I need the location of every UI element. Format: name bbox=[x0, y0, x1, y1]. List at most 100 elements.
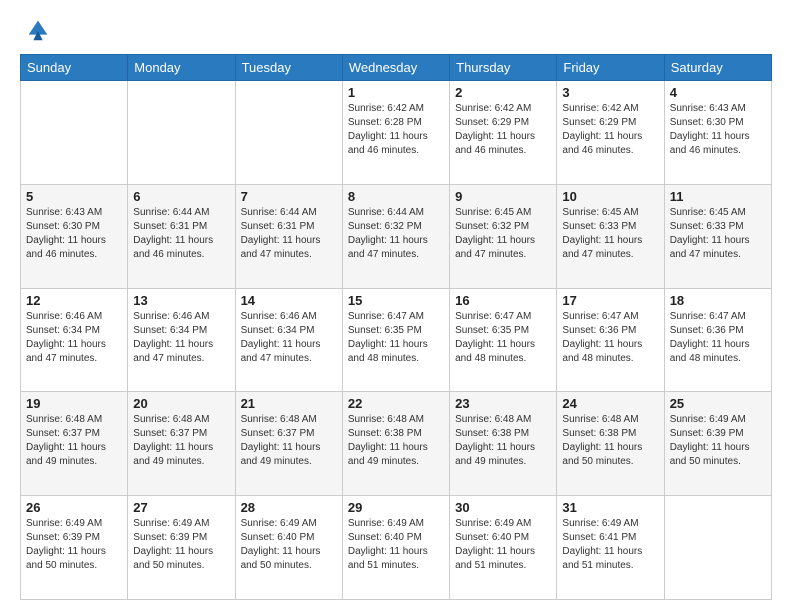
calendar-cell: 24 Sunrise: 6:48 AMSunset: 6:38 PMDayligh… bbox=[557, 392, 664, 496]
calendar-cell: 10Sunrise: 6:45 AMSunset: 6:33 PMDayligh… bbox=[557, 184, 664, 288]
calendar-week-row: 12 Sunrise: 6:46 AMSunset: 6:34 PMDayligh… bbox=[21, 288, 772, 392]
calendar-cell: 25Sunrise: 6:49 AMSunset: 6:39 PMDayligh… bbox=[664, 392, 771, 496]
calendar-cell: 8 Sunrise: 6:44 AMSunset: 6:32 PMDaylight… bbox=[342, 184, 449, 288]
cell-content: Sunrise: 6:45 AMSunset: 6:33 PMDaylight:… bbox=[562, 206, 658, 262]
calendar-cell: 2 Sunrise: 6:42 AMSunset: 6:29 PMDaylight… bbox=[450, 81, 557, 185]
calendar-cell: 27 Sunrise: 6:49 AMSunset: 6:39 PMDayligh… bbox=[128, 496, 235, 600]
day-number: 27 bbox=[133, 500, 229, 515]
day-number: 26 bbox=[26, 500, 122, 515]
cell-content: Sunrise: 6:49 AMSunset: 6:39 PMDaylight:… bbox=[26, 517, 122, 573]
cell-content: Sunrise: 6:47 AMSunset: 6:36 PMDaylight:… bbox=[670, 310, 766, 366]
day-number: 29 bbox=[348, 500, 444, 515]
day-number: 5 bbox=[26, 189, 122, 204]
calendar-cell: 21Sunrise: 6:48 AMSunset: 6:37 PMDayligh… bbox=[235, 392, 342, 496]
day-number: 6 bbox=[133, 189, 229, 204]
calendar-day-header: Sunday bbox=[21, 55, 128, 81]
cell-content: Sunrise: 6:49 AMSunset: 6:39 PMDaylight:… bbox=[133, 517, 229, 573]
calendar-cell: 30 Sunrise: 6:49 AMSunset: 6:40 PMDayligh… bbox=[450, 496, 557, 600]
header bbox=[20, 16, 772, 44]
calendar-day-header: Wednesday bbox=[342, 55, 449, 81]
page: SundayMondayTuesdayWednesdayThursdayFrid… bbox=[0, 0, 792, 612]
day-number: 30 bbox=[455, 500, 551, 515]
calendar-day-header: Friday bbox=[557, 55, 664, 81]
day-number: 3 bbox=[562, 85, 658, 100]
day-number: 24 bbox=[562, 396, 658, 411]
cell-content: Sunrise: 6:48 AMSunset: 6:38 PMDaylight:… bbox=[348, 413, 444, 469]
calendar-day-header: Saturday bbox=[664, 55, 771, 81]
day-number: 9 bbox=[455, 189, 551, 204]
cell-content: Sunrise: 6:48 AMSunset: 6:37 PMDaylight:… bbox=[133, 413, 229, 469]
cell-content: Sunrise: 6:44 AMSunset: 6:32 PMDaylight:… bbox=[348, 206, 444, 262]
day-number: 28 bbox=[241, 500, 337, 515]
day-number: 18 bbox=[670, 293, 766, 308]
cell-content: Sunrise: 6:49 AMSunset: 6:40 PMDaylight:… bbox=[455, 517, 551, 573]
day-number: 31 bbox=[562, 500, 658, 515]
calendar-cell: 11 Sunrise: 6:45 AMSunset: 6:33 PMDayligh… bbox=[664, 184, 771, 288]
cell-content: Sunrise: 6:46 AMSunset: 6:34 PMDaylight:… bbox=[133, 310, 229, 366]
calendar-cell: 17 Sunrise: 6:47 AMSunset: 6:36 PMDayligh… bbox=[557, 288, 664, 392]
calendar-cell bbox=[664, 496, 771, 600]
calendar-cell: 13 Sunrise: 6:46 AMSunset: 6:34 PMDayligh… bbox=[128, 288, 235, 392]
day-number: 17 bbox=[562, 293, 658, 308]
cell-content: Sunrise: 6:45 AMSunset: 6:32 PMDaylight:… bbox=[455, 206, 551, 262]
day-number: 15 bbox=[348, 293, 444, 308]
cell-content: Sunrise: 6:48 AMSunset: 6:37 PMDaylight:… bbox=[26, 413, 122, 469]
day-number: 11 bbox=[670, 189, 766, 204]
day-number: 4 bbox=[670, 85, 766, 100]
calendar-cell: 23Sunrise: 6:48 AMSunset: 6:38 PMDayligh… bbox=[450, 392, 557, 496]
calendar-cell: 7 Sunrise: 6:44 AMSunset: 6:31 PMDaylight… bbox=[235, 184, 342, 288]
logo-icon bbox=[24, 16, 52, 44]
calendar-cell bbox=[128, 81, 235, 185]
day-number: 19 bbox=[26, 396, 122, 411]
calendar-cell: 3 Sunrise: 6:42 AMSunset: 6:29 PMDaylight… bbox=[557, 81, 664, 185]
calendar-cell: 22Sunrise: 6:48 AMSunset: 6:38 PMDayligh… bbox=[342, 392, 449, 496]
cell-content: Sunrise: 6:49 AMSunset: 6:40 PMDaylight:… bbox=[348, 517, 444, 573]
cell-content: Sunrise: 6:48 AMSunset: 6:38 PMDaylight:… bbox=[562, 413, 658, 469]
cell-content: Sunrise: 6:44 AMSunset: 6:31 PMDaylight:… bbox=[133, 206, 229, 262]
cell-content: Sunrise: 6:47 AMSunset: 6:36 PMDaylight:… bbox=[562, 310, 658, 366]
calendar-cell: 1 Sunrise: 6:42 AMSunset: 6:28 PMDaylight… bbox=[342, 81, 449, 185]
day-number: 2 bbox=[455, 85, 551, 100]
cell-content: Sunrise: 6:47 AMSunset: 6:35 PMDaylight:… bbox=[455, 310, 551, 366]
day-number: 8 bbox=[348, 189, 444, 204]
cell-content: Sunrise: 6:43 AMSunset: 6:30 PMDaylight:… bbox=[26, 206, 122, 262]
cell-content: Sunrise: 6:42 AMSunset: 6:29 PMDaylight:… bbox=[455, 102, 551, 158]
calendar-week-row: 5 Sunrise: 6:43 AMSunset: 6:30 PMDaylight… bbox=[21, 184, 772, 288]
cell-content: Sunrise: 6:47 AMSunset: 6:35 PMDaylight:… bbox=[348, 310, 444, 366]
calendar-cell: 14Sunrise: 6:46 AMSunset: 6:34 PMDayligh… bbox=[235, 288, 342, 392]
cell-content: Sunrise: 6:49 AMSunset: 6:40 PMDaylight:… bbox=[241, 517, 337, 573]
calendar-cell bbox=[21, 81, 128, 185]
calendar-week-row: 26 Sunrise: 6:49 AMSunset: 6:39 PMDayligh… bbox=[21, 496, 772, 600]
calendar-day-header: Monday bbox=[128, 55, 235, 81]
calendar-day-header: Tuesday bbox=[235, 55, 342, 81]
cell-content: Sunrise: 6:46 AMSunset: 6:34 PMDaylight:… bbox=[241, 310, 337, 366]
calendar-day-header: Thursday bbox=[450, 55, 557, 81]
day-number: 1 bbox=[348, 85, 444, 100]
calendar-cell: 31Sunrise: 6:49 AMSunset: 6:41 PMDayligh… bbox=[557, 496, 664, 600]
cell-content: Sunrise: 6:45 AMSunset: 6:33 PMDaylight:… bbox=[670, 206, 766, 262]
calendar-week-row: 19 Sunrise: 6:48 AMSunset: 6:37 PMDayligh… bbox=[21, 392, 772, 496]
calendar-cell: 19 Sunrise: 6:48 AMSunset: 6:37 PMDayligh… bbox=[21, 392, 128, 496]
calendar-cell: 4 Sunrise: 6:43 AMSunset: 6:30 PMDaylight… bbox=[664, 81, 771, 185]
calendar-cell: 20Sunrise: 6:48 AMSunset: 6:37 PMDayligh… bbox=[128, 392, 235, 496]
cell-content: Sunrise: 6:43 AMSunset: 6:30 PMDaylight:… bbox=[670, 102, 766, 158]
day-number: 23 bbox=[455, 396, 551, 411]
calendar-cell: 12Sunrise: 6:46 AMSunset: 6:34 PMDayligh… bbox=[21, 288, 128, 392]
day-number: 16 bbox=[455, 293, 551, 308]
day-number: 12 bbox=[26, 293, 122, 308]
cell-content: Sunrise: 6:42 AMSunset: 6:29 PMDaylight:… bbox=[562, 102, 658, 158]
day-number: 13 bbox=[133, 293, 229, 308]
cell-content: Sunrise: 6:44 AMSunset: 6:31 PMDaylight:… bbox=[241, 206, 337, 262]
calendar-cell bbox=[235, 81, 342, 185]
calendar-cell: 16 Sunrise: 6:47 AMSunset: 6:35 PMDayligh… bbox=[450, 288, 557, 392]
logo bbox=[20, 16, 52, 44]
calendar-cell: 6 Sunrise: 6:44 AMSunset: 6:31 PMDaylight… bbox=[128, 184, 235, 288]
calendar-cell: 29 Sunrise: 6:49 AMSunset: 6:40 PMDayligh… bbox=[342, 496, 449, 600]
calendar-cell: 5 Sunrise: 6:43 AMSunset: 6:30 PMDaylight… bbox=[21, 184, 128, 288]
calendar-cell: 26 Sunrise: 6:49 AMSunset: 6:39 PMDayligh… bbox=[21, 496, 128, 600]
cell-content: Sunrise: 6:42 AMSunset: 6:28 PMDaylight:… bbox=[348, 102, 444, 158]
calendar-cell: 15 Sunrise: 6:47 AMSunset: 6:35 PMDayligh… bbox=[342, 288, 449, 392]
day-number: 7 bbox=[241, 189, 337, 204]
calendar-week-row: 1 Sunrise: 6:42 AMSunset: 6:28 PMDaylight… bbox=[21, 81, 772, 185]
calendar-cell: 9 Sunrise: 6:45 AMSunset: 6:32 PMDaylight… bbox=[450, 184, 557, 288]
